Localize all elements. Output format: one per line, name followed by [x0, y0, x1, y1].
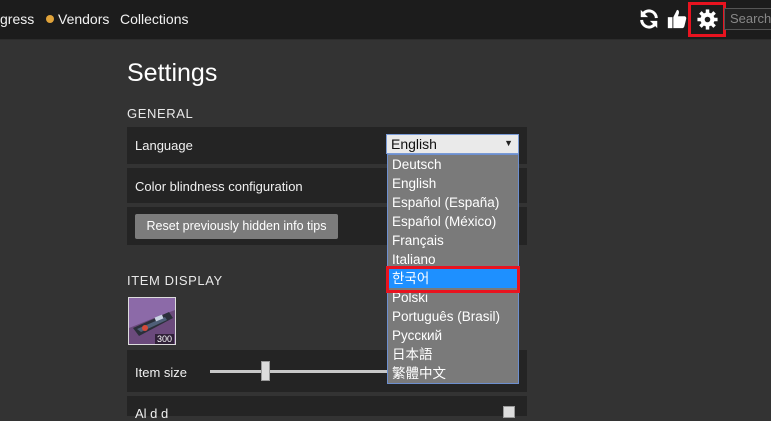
page-title: Settings	[127, 59, 218, 87]
language-select[interactable]: English ▼	[386, 134, 519, 154]
dropdown-arrow-icon: ▼	[504, 138, 513, 148]
partial-setting-row: Al d d	[127, 396, 527, 421]
item-size-label: Item size	[135, 365, 188, 380]
partial-setting-label: Al d d	[135, 406, 169, 421]
item-size-slider-handle[interactable]	[261, 361, 271, 381]
language-label: Language	[135, 138, 193, 153]
language-option[interactable]: Español (España)	[388, 193, 518, 212]
item-preview-thumbnail: 300	[128, 297, 176, 345]
nav-vendors-link[interactable]: Vendors	[46, 11, 109, 27]
language-option[interactable]: Español (México)	[388, 212, 518, 231]
nav-progress-link[interactable]: gress	[0, 11, 34, 27]
partial-setting-checkbox[interactable]	[503, 406, 515, 418]
nav-collections-link[interactable]: Collections	[120, 11, 188, 27]
vendors-notification-dot	[46, 15, 54, 23]
gear-icon[interactable]	[697, 9, 718, 30]
vendors-label: Vendors	[58, 11, 110, 27]
item-size-slider-track[interactable]	[210, 370, 388, 373]
language-option[interactable]: Русский	[388, 326, 518, 345]
thumbs-up-icon[interactable]	[666, 8, 688, 30]
language-option[interactable]: Deutsch	[388, 155, 518, 174]
top-navigation-bar: gress Vendors Collections Search	[0, 0, 771, 40]
item-power-level: 300	[154, 334, 174, 344]
item-display-section-heading: ITEM DISPLAY	[127, 273, 223, 288]
language-option[interactable]: Português (Brasil)	[388, 307, 518, 326]
refresh-icon[interactable]	[638, 8, 660, 30]
language-option[interactable]: Français	[388, 231, 518, 250]
korean-option-highlight-box	[386, 266, 520, 293]
language-option[interactable]: 日本語	[388, 345, 518, 364]
search-input[interactable]: Search	[724, 8, 771, 30]
language-option[interactable]: English	[388, 174, 518, 193]
colorblind-label: Color blindness configuration	[135, 179, 303, 194]
language-option[interactable]: 繁體中文	[388, 364, 518, 383]
general-section-heading: GENERAL	[127, 106, 194, 121]
language-select-value: English	[391, 136, 437, 152]
reset-info-tips-button[interactable]: Reset previously hidden info tips	[135, 214, 338, 239]
